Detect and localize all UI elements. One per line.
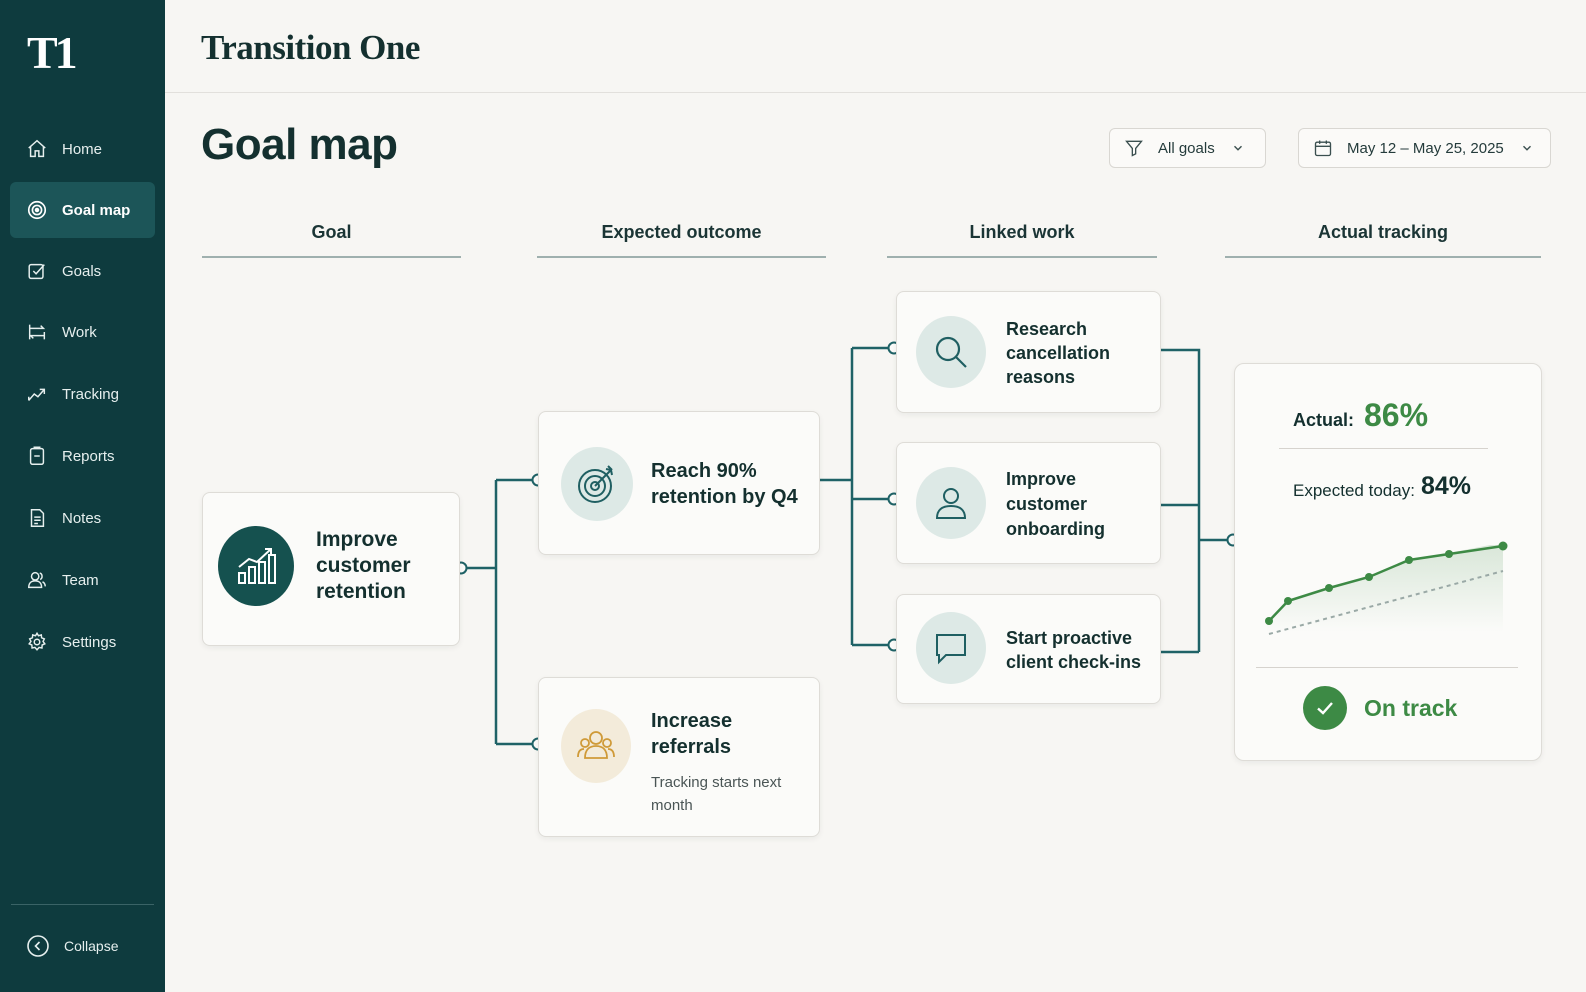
tracking-divider [1256, 667, 1518, 668]
work-card-check-ins[interactable]: Start proactive client check-ins [896, 594, 1161, 704]
status-label: On track [1364, 694, 1458, 721]
work-title: Start proactive client check-ins [1006, 628, 1142, 672]
outcome-card-referrals[interactable]: Increase referrals Tracking starts next … [538, 677, 820, 837]
chat-bubble-icon [916, 612, 986, 684]
status-badge: On track [1303, 686, 1457, 730]
user-icon [916, 467, 986, 539]
target-icon [561, 447, 633, 521]
search-icon [916, 316, 986, 388]
work-card-onboarding[interactable]: Improve customer onboarding [896, 442, 1161, 564]
goal-card[interactable]: Improve customer retention [202, 492, 460, 646]
team-icon [561, 709, 631, 783]
outcome-title: Increase referrals [651, 710, 733, 758]
outcome-title: Reach 90% retention by Q4 [651, 460, 798, 508]
growth-chart-icon [218, 526, 294, 606]
work-card-research[interactable]: Research cancellation reasons [896, 291, 1161, 413]
check-icon [1303, 686, 1347, 730]
outcome-card-retention[interactable]: Reach 90% retention by Q4 [538, 411, 820, 555]
work-title: Improve customer onboarding [1006, 469, 1105, 539]
outcome-note: Tracking starts next month [651, 774, 782, 814]
goal-title: Improve customer retention [316, 528, 411, 603]
work-title: Research cancellation reasons [1006, 319, 1111, 387]
